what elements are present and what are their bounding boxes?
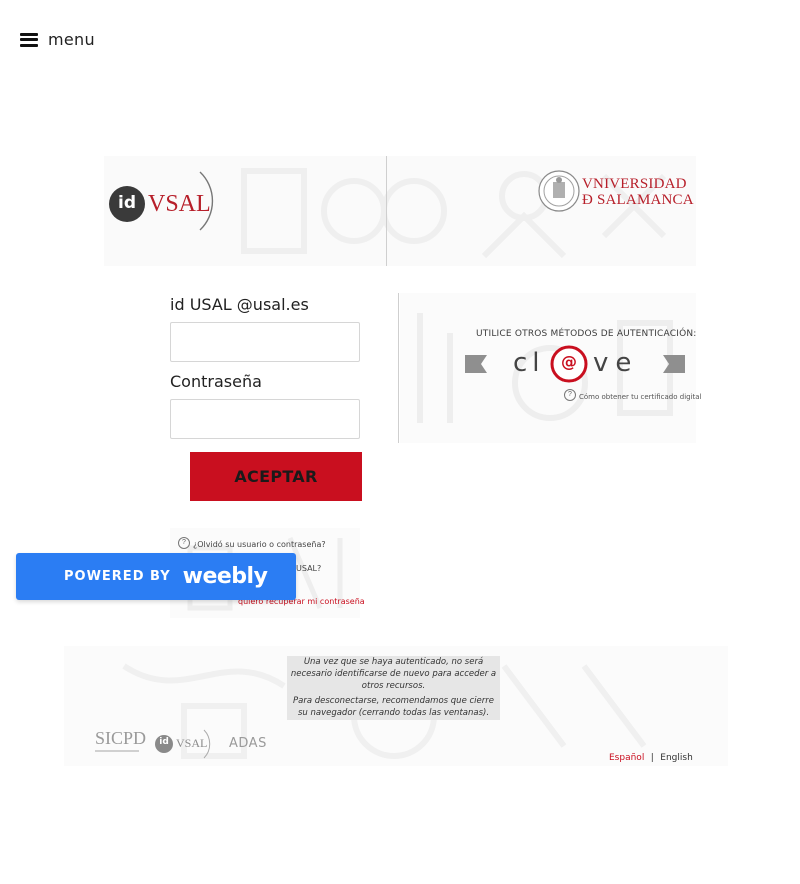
sicpd-logo: SICPD — [95, 728, 147, 758]
header-divider — [386, 156, 387, 266]
help-icon: ? — [564, 388, 576, 401]
lang-spanish-link[interactable]: Español — [609, 753, 644, 763]
lang-english-link[interactable]: English — [660, 753, 693, 763]
weebly-logo: weebly — [182, 564, 268, 589]
form-divider — [398, 293, 399, 443]
lang-separator: | — [650, 753, 654, 763]
idusal-question[interactable]: USAL? — [296, 564, 321, 573]
username-input[interactable] — [170, 322, 360, 362]
clave-text-ve: ve — [593, 348, 639, 378]
password-input[interactable] — [170, 399, 360, 439]
hamburger-icon — [20, 32, 38, 47]
password-label: Contraseña — [170, 372, 262, 391]
adas-logo: ADAS — [229, 736, 267, 751]
notice-paragraph-1: Una vez que se haya autenticado, no será… — [290, 657, 497, 691]
certificate-link[interactable]: Cómo obtener tu certificado digital — [579, 393, 702, 401]
idusal-logo-vsal: VSAL — [148, 191, 211, 217]
weebly-powered-by: POWERED BY — [64, 569, 171, 584]
university-logo-line2: Ð SALAMANCA — [582, 192, 694, 208]
clave-text-cl: cl — [513, 348, 545, 378]
help-icon: ? — [178, 536, 190, 549]
session-notice: Una vez que se haya autenticado, no será… — [287, 656, 500, 720]
clave-button[interactable]: cl @ ve — [465, 343, 685, 385]
clave-text-at: @ — [561, 352, 577, 371]
footer-idusal-id: id — [159, 737, 169, 747]
idusal-logo-id: id — [118, 193, 136, 213]
sicpd-logo-text: SICPD — [95, 728, 147, 748]
language-switcher: Español | English — [609, 747, 693, 765]
forgot-help[interactable]: ? ¿Olvidó su usuario o contraseña? — [178, 534, 326, 552]
menu-label: menu — [48, 30, 95, 49]
notice-paragraph-2: Para desconectarse, recomendamos que cie… — [293, 696, 494, 718]
certificate-help[interactable]: ? Cómo obtener tu certificado digital — [564, 386, 702, 404]
forgot-credentials-link[interactable]: ¿Olvidó su usuario o contraseña? — [193, 540, 326, 549]
idusal-logo: id VSAL — [108, 170, 218, 232]
footer-idusal-logo: id VSAL — [154, 728, 214, 760]
alt-auth-title: UTILICE OTROS MÉTODOS DE AUTENTICACIÓN: — [476, 329, 697, 339]
university-logo-line1: VNIVERSIDAD — [582, 176, 687, 192]
menu-button[interactable]: menu — [20, 30, 95, 49]
university-logo: VNIVERSIDAD Ð SALAMANCA — [538, 170, 698, 214]
weebly-badge[interactable]: POWERED BY weebly — [16, 553, 296, 600]
university-seal-icon — [538, 170, 580, 212]
username-label: id USAL @usal.es — [170, 295, 309, 314]
footer-idusal-vsal: VSAL — [176, 736, 208, 750]
accept-button[interactable]: ACEPTAR — [190, 452, 362, 501]
